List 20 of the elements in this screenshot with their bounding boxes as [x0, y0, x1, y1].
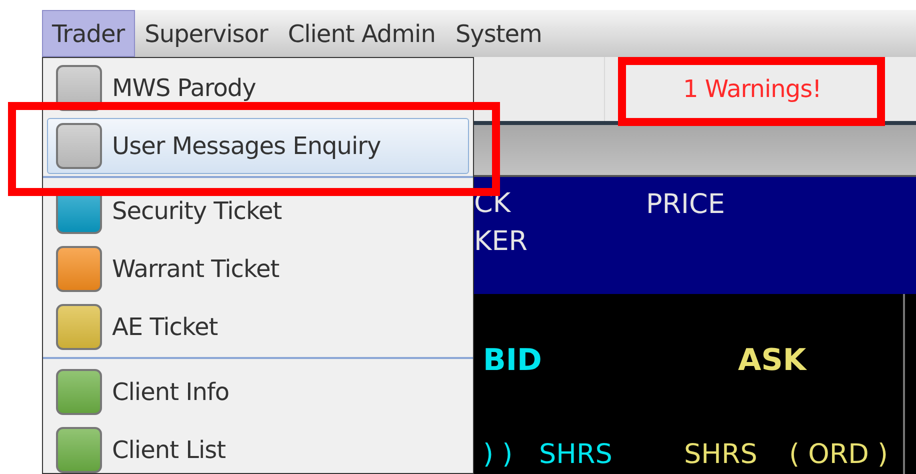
menu-item[interactable]: Supervisor — [134, 10, 278, 57]
column-label: ) ) — [483, 438, 514, 472]
menu-item[interactable]: Client Info — [47, 364, 469, 420]
column-label: ( ORD ) — [789, 438, 888, 472]
menu-item[interactable]: MWS Parody — [47, 60, 469, 116]
menu-item[interactable]: Client List — [47, 422, 469, 473]
column-label: SHRS — [539, 438, 614, 472]
column-header: PRICE — [646, 188, 725, 222]
bid-label: BID — [483, 342, 543, 380]
menu-item[interactable]: Security Ticket — [47, 183, 469, 239]
menu-item[interactable]: Client Admin — [278, 10, 446, 57]
warning-message: 1 Warnings! — [683, 74, 822, 105]
ask-label: ASK — [738, 342, 806, 380]
menu-item[interactable]: System — [445, 10, 552, 57]
column-header: KER — [474, 225, 528, 259]
menu-item[interactable]: AE Ticket — [47, 299, 469, 355]
menu-item[interactable]: User Messages Enquiry — [47, 118, 469, 174]
column-label: SHRS — [684, 438, 758, 472]
menu-item[interactable]: Warrant Ticket — [47, 241, 469, 297]
menu-item[interactable]: Trader — [42, 10, 135, 57]
